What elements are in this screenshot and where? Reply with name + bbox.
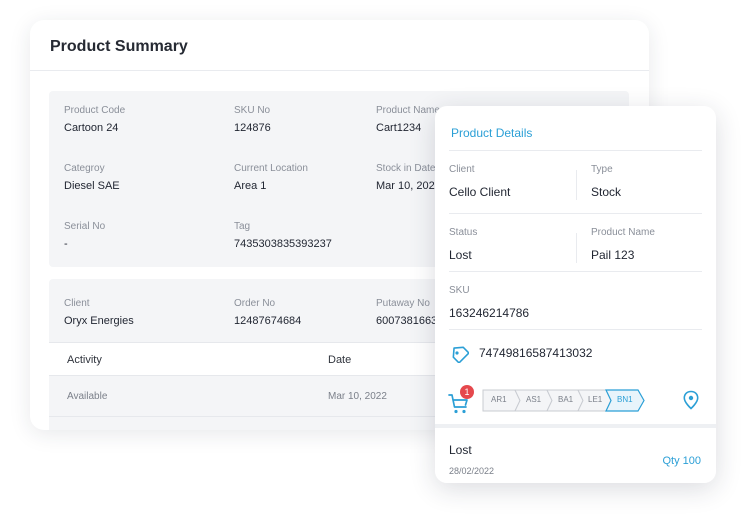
location-route: AR1 AS1 BA1 LE1 BN1 <box>482 389 657 412</box>
field-product-name: Product Name Cart1234 <box>376 105 440 134</box>
summary-title: Product Summary <box>50 38 188 55</box>
field-value: 12487674684 <box>234 315 302 327</box>
field-value: Area 1 <box>234 180 267 192</box>
field-value: 7435303835393237 <box>234 238 332 250</box>
field-label: Product Code <box>64 105 126 116</box>
field-label: Order No <box>234 298 276 309</box>
status-footer: Lost 28/02/2022 Qty 100 <box>435 424 716 483</box>
field-label: Current Location <box>234 163 308 174</box>
detail-label: Client <box>449 164 475 175</box>
detail-value: Stock <box>591 185 622 199</box>
field-product-code: Product Code Cartoon 24 <box>64 105 125 134</box>
route-step-active[interactable]: BN1 <box>617 395 633 404</box>
route-step[interactable]: AR1 <box>491 395 507 404</box>
field-label: Product Name <box>376 105 440 116</box>
detail-value: 163246214786 <box>449 306 530 320</box>
field-category: Categroy Diesel SAE <box>64 163 120 192</box>
detail-type: Type Stock <box>591 164 621 199</box>
detail-sku: SKU 163246214786 <box>449 285 529 320</box>
divider <box>449 271 702 272</box>
detail-label: Type <box>591 164 613 175</box>
summary-divider <box>30 70 649 71</box>
field-order-no: Order No 12487674684 <box>234 298 301 327</box>
field-tag: Tag 7435303835393237 <box>234 221 332 250</box>
tag-icon <box>449 343 469 363</box>
field-value: Cart1234 <box>376 122 422 134</box>
cart-button[interactable]: 1 <box>447 385 475 414</box>
field-value: Mar 10, 2022 <box>376 180 441 192</box>
detail-status: Status Lost <box>449 227 477 262</box>
field-label: Tag <box>234 221 251 232</box>
field-value: Diesel SAE <box>64 180 120 192</box>
detail-label: Product Name <box>591 227 655 238</box>
route-step[interactable]: AS1 <box>526 395 541 404</box>
detail-value: Cello Client <box>449 185 511 199</box>
location-pin-icon <box>682 390 700 414</box>
footer-date: 28/02/2022 <box>449 466 495 476</box>
field-stock-in-date: Stock in Date Mar 10, 2022 <box>376 163 441 192</box>
field-value: Cartoon 24 <box>64 122 119 134</box>
divider <box>449 329 702 330</box>
quantity-label: Qty 100 <box>662 455 701 467</box>
detail-label: SKU <box>449 285 470 296</box>
detail-product-name: Product Name Pail 123 <box>591 227 655 262</box>
cart-count-badge: 1 <box>460 385 474 399</box>
field-value: - <box>64 238 68 250</box>
column-divider <box>576 233 577 263</box>
field-label: Serial No <box>64 221 106 232</box>
details-title: Product Details <box>451 126 533 140</box>
field-label: SKU No <box>234 105 271 116</box>
field-label: Stock in Date <box>376 163 436 174</box>
column-header-date: Date <box>328 354 352 366</box>
tag-value: 74749816587413032 <box>479 346 593 360</box>
product-details-card: Product Details Client Cello Client Type… <box>435 106 716 483</box>
column-header-activity: Activity <box>67 354 102 366</box>
footer-status: Lost <box>449 443 472 457</box>
field-value: 124876 <box>234 122 271 134</box>
date-cell: Mar 10, 2022 <box>328 391 387 402</box>
field-current-location: Current Location Area 1 <box>234 163 308 192</box>
activity-cell: Available <box>67 391 108 402</box>
detail-value: Lost <box>449 248 472 262</box>
field-sku-no: SKU No 124876 <box>234 105 271 134</box>
field-label: Categroy <box>64 163 105 174</box>
detail-value: Pail 123 <box>591 248 635 262</box>
field-client: Client Oryx Energies <box>64 298 134 327</box>
divider <box>449 213 702 214</box>
column-divider <box>576 170 577 200</box>
route-step[interactable]: BA1 <box>558 395 573 404</box>
divider <box>449 150 702 151</box>
detail-client: Client Cello Client <box>449 164 510 199</box>
tag-row: 74749816587413032 <box>449 343 592 363</box>
route-step[interactable]: LE1 <box>588 395 602 404</box>
field-value: Oryx Energies <box>64 315 134 327</box>
location-pin-button[interactable] <box>682 390 700 415</box>
field-serial-no: Serial No - <box>64 221 105 250</box>
field-label: Client <box>64 298 90 309</box>
detail-label: Status <box>449 227 478 238</box>
